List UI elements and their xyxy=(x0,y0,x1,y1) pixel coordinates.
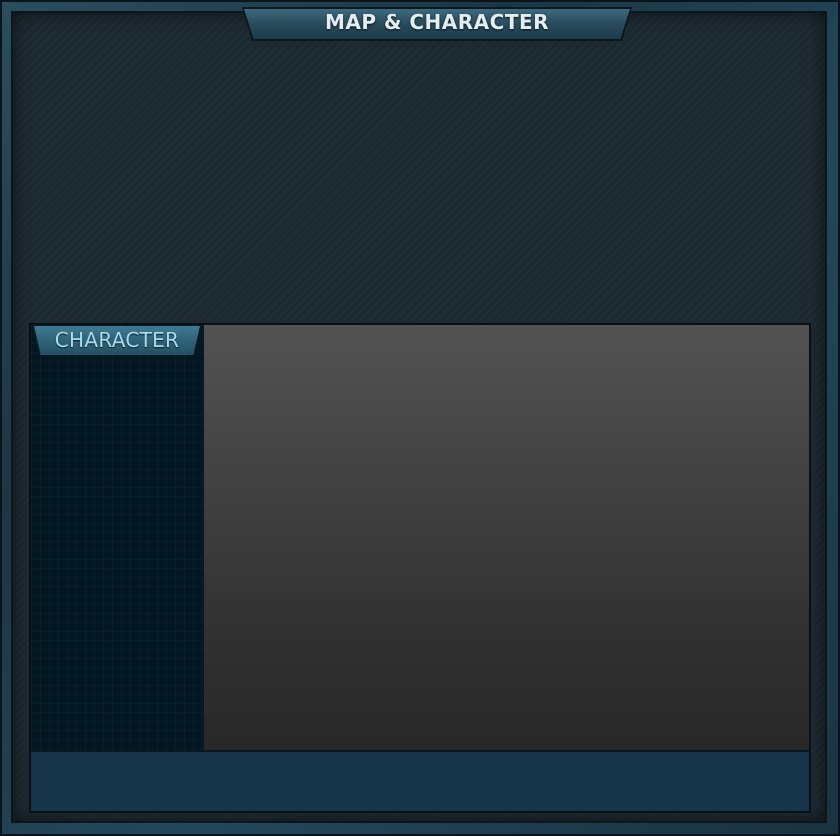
window-title: MAP & CHARACTER xyxy=(324,10,550,34)
tab-character-label: CHARACTER xyxy=(54,328,180,352)
character-list[interactable] xyxy=(31,325,204,750)
character-footer-bar xyxy=(31,750,809,811)
character-preview[interactable] xyxy=(204,325,809,750)
